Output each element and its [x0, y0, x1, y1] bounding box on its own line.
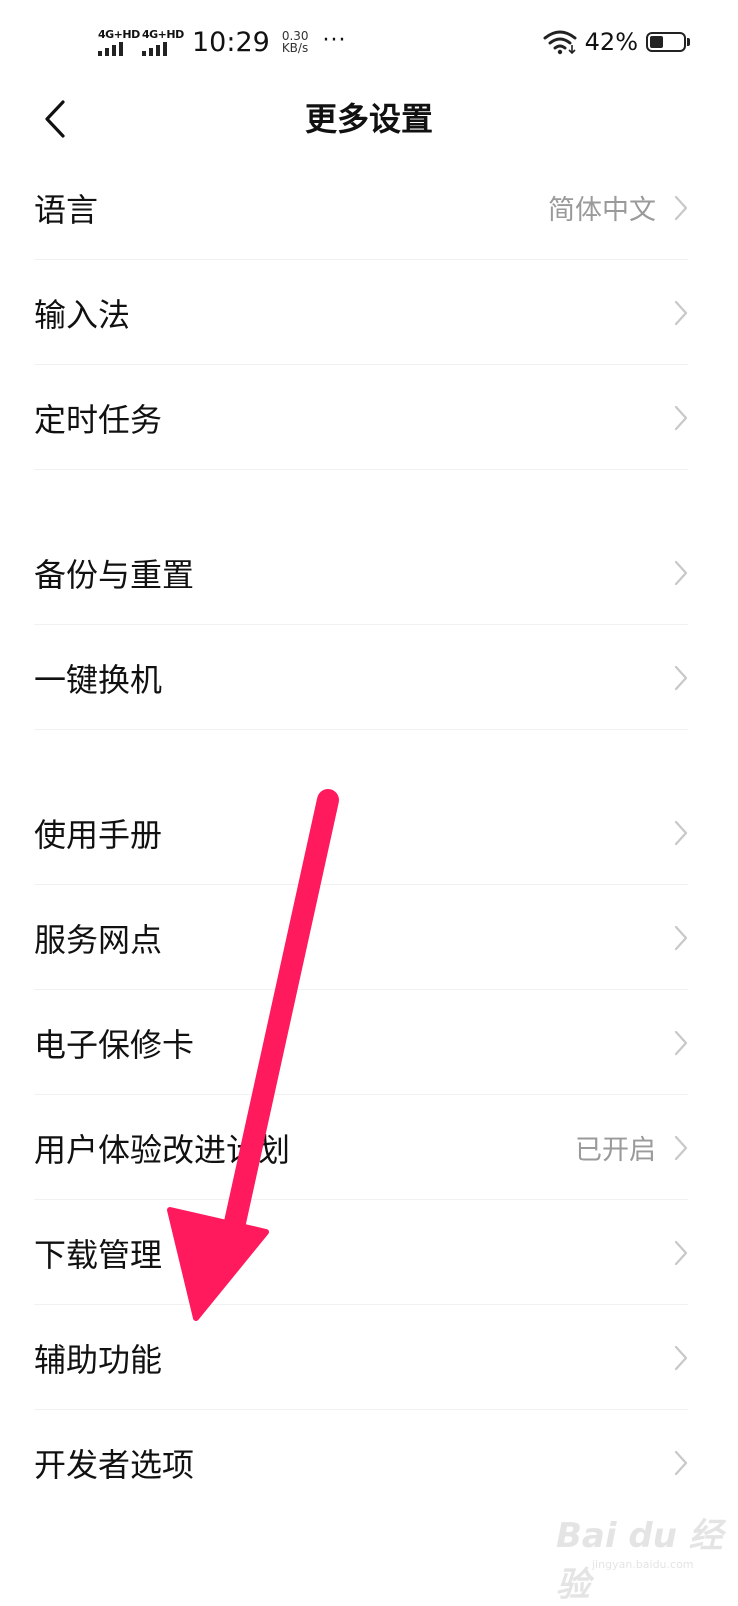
- app-header: 更多设置: [0, 84, 738, 154]
- chevron-right-icon: [674, 405, 688, 430]
- network-speed: 0.30 KB/s: [282, 30, 309, 54]
- sim1-label: 4G+HD: [98, 27, 140, 41]
- setting-row-service-outlets[interactable]: 服务网点: [0, 885, 738, 990]
- setting-row-download-manager[interactable]: 下载管理: [0, 1200, 738, 1305]
- battery-percent: 42%: [584, 28, 638, 56]
- setting-label: 备份与重置: [34, 555, 195, 594]
- setting-label: 输入法: [34, 295, 131, 334]
- battery-icon: [646, 32, 690, 52]
- wifi-icon: [543, 30, 577, 55]
- status-bar-right: 42%: [543, 24, 690, 60]
- watermark-text: Bai du 经验: [556, 1516, 723, 1605]
- setting-label: 用户体验改进计划: [34, 1130, 291, 1169]
- setting-label: 一键换机: [34, 660, 163, 699]
- chevron-right-icon: [674, 300, 688, 325]
- sim1-signal-icon: 4G+HD: [98, 29, 140, 56]
- setting-label: 语言: [34, 190, 99, 229]
- setting-row-input-method[interactable]: 输入法: [0, 260, 738, 365]
- setting-label: 辅助功能: [34, 1340, 163, 1379]
- chevron-right-icon: [674, 560, 688, 585]
- network-speed-unit: KB/s: [281, 41, 309, 55]
- chevron-right-icon: [674, 1240, 688, 1265]
- setting-row-language[interactable]: 语言 简体中文: [0, 155, 738, 260]
- setting-label: 电子保修卡: [34, 1025, 195, 1064]
- sim2-label: 4G+HD: [142, 27, 184, 41]
- more-notifications-indicator: ···: [322, 27, 347, 53]
- chevron-right-icon: [674, 1135, 688, 1160]
- status-bar: 4G+HD 4G+HD 10:29 0.30 KB/s ··· 42%: [0, 0, 738, 84]
- status-bar-left: 4G+HD 4G+HD 10:29 0.30 KB/s ···: [98, 22, 347, 62]
- setting-row-phone-clone[interactable]: 一键换机: [0, 625, 738, 730]
- divider: [34, 469, 688, 470]
- sim2-signal-icon: 4G+HD: [142, 29, 184, 56]
- baidu-watermark: Bai du 经验 jingyan.baidu.com: [556, 1500, 726, 1605]
- chevron-right-icon: [674, 925, 688, 950]
- clock: 10:29: [192, 26, 270, 58]
- chevron-right-icon: [674, 1030, 688, 1055]
- setting-row-backup-reset[interactable]: 备份与重置: [0, 520, 738, 625]
- setting-row-warranty-card[interactable]: 电子保修卡: [0, 990, 738, 1095]
- setting-row-user-manual[interactable]: 使用手册: [0, 780, 738, 885]
- setting-row-ux-program[interactable]: 用户体验改进计划 已开启: [0, 1095, 738, 1200]
- setting-value: 简体中文: [548, 195, 656, 226]
- chevron-right-icon: [674, 1345, 688, 1370]
- setting-label: 定时任务: [34, 400, 163, 439]
- setting-value: 已开启: [575, 1135, 656, 1166]
- chevron-right-icon: [674, 1450, 688, 1475]
- setting-label: 开发者选项: [34, 1445, 195, 1484]
- chevron-right-icon: [674, 820, 688, 845]
- setting-label: 下载管理: [34, 1235, 163, 1274]
- chevron-right-icon: [674, 665, 688, 690]
- setting-label: 使用手册: [34, 815, 163, 854]
- setting-row-scheduled-tasks[interactable]: 定时任务: [0, 365, 738, 470]
- divider: [34, 729, 688, 730]
- watermark-url: jingyan.baidu.com: [592, 1558, 694, 1571]
- setting-row-accessibility[interactable]: 辅助功能: [0, 1305, 738, 1410]
- battery-level-fill: [650, 36, 663, 48]
- chevron-right-icon: [674, 195, 688, 220]
- settings-list: 语言 简体中文 输入法 定时任务 备份与重置 一键换机 使用手册 服务网点 电子…: [0, 155, 738, 1515]
- page-title: 更多设置: [304, 100, 433, 138]
- setting-label: 服务网点: [34, 920, 163, 959]
